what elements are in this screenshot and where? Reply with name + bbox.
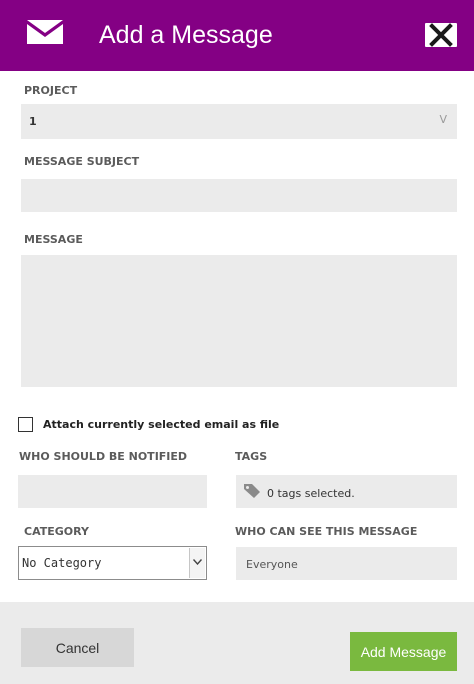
message-label: MESSAGE bbox=[24, 233, 83, 246]
notify-label: WHO SHOULD BE NOTIFIED bbox=[19, 450, 188, 463]
attach-checkbox[interactable] bbox=[18, 417, 33, 432]
project-label: PROJECT bbox=[24, 84, 78, 97]
tags-label: TAGS bbox=[235, 450, 268, 463]
notify-input[interactable] bbox=[18, 475, 207, 508]
close-button[interactable] bbox=[425, 23, 457, 47]
close-icon bbox=[429, 23, 453, 47]
dialog-header: Add a Message bbox=[0, 0, 474, 71]
category-select[interactable]: No Category bbox=[18, 546, 207, 580]
project-select[interactable]: 1 V bbox=[21, 104, 457, 139]
category-value: No Category bbox=[22, 556, 102, 570]
tags-selector[interactable]: 0 tags selected. bbox=[236, 475, 457, 508]
message-textarea[interactable] bbox=[21, 255, 457, 387]
visibility-field[interactable]: Everyone bbox=[236, 547, 457, 580]
visibility-value: Everyone bbox=[246, 558, 298, 571]
mail-icon bbox=[27, 20, 63, 44]
project-value: 1 bbox=[29, 115, 37, 128]
dialog-footer: Cancel Add Message bbox=[0, 602, 474, 684]
category-label: CATEGORY bbox=[24, 525, 89, 538]
subject-input[interactable] bbox=[21, 179, 457, 212]
chevron-down-icon bbox=[189, 548, 205, 578]
chevron-down-icon: V bbox=[439, 113, 447, 126]
add-message-button[interactable]: Add Message bbox=[350, 632, 457, 671]
visibility-label: WHO CAN SEE THIS MESSAGE bbox=[235, 525, 418, 538]
tag-icon bbox=[244, 484, 260, 498]
attach-label: Attach currently selected email as file bbox=[43, 418, 280, 431]
dialog-title: Add a Message bbox=[99, 21, 273, 49]
tags-value: 0 tags selected. bbox=[267, 487, 355, 500]
cancel-button[interactable]: Cancel bbox=[21, 628, 134, 667]
subject-label: MESSAGE SUBJECT bbox=[24, 155, 140, 168]
